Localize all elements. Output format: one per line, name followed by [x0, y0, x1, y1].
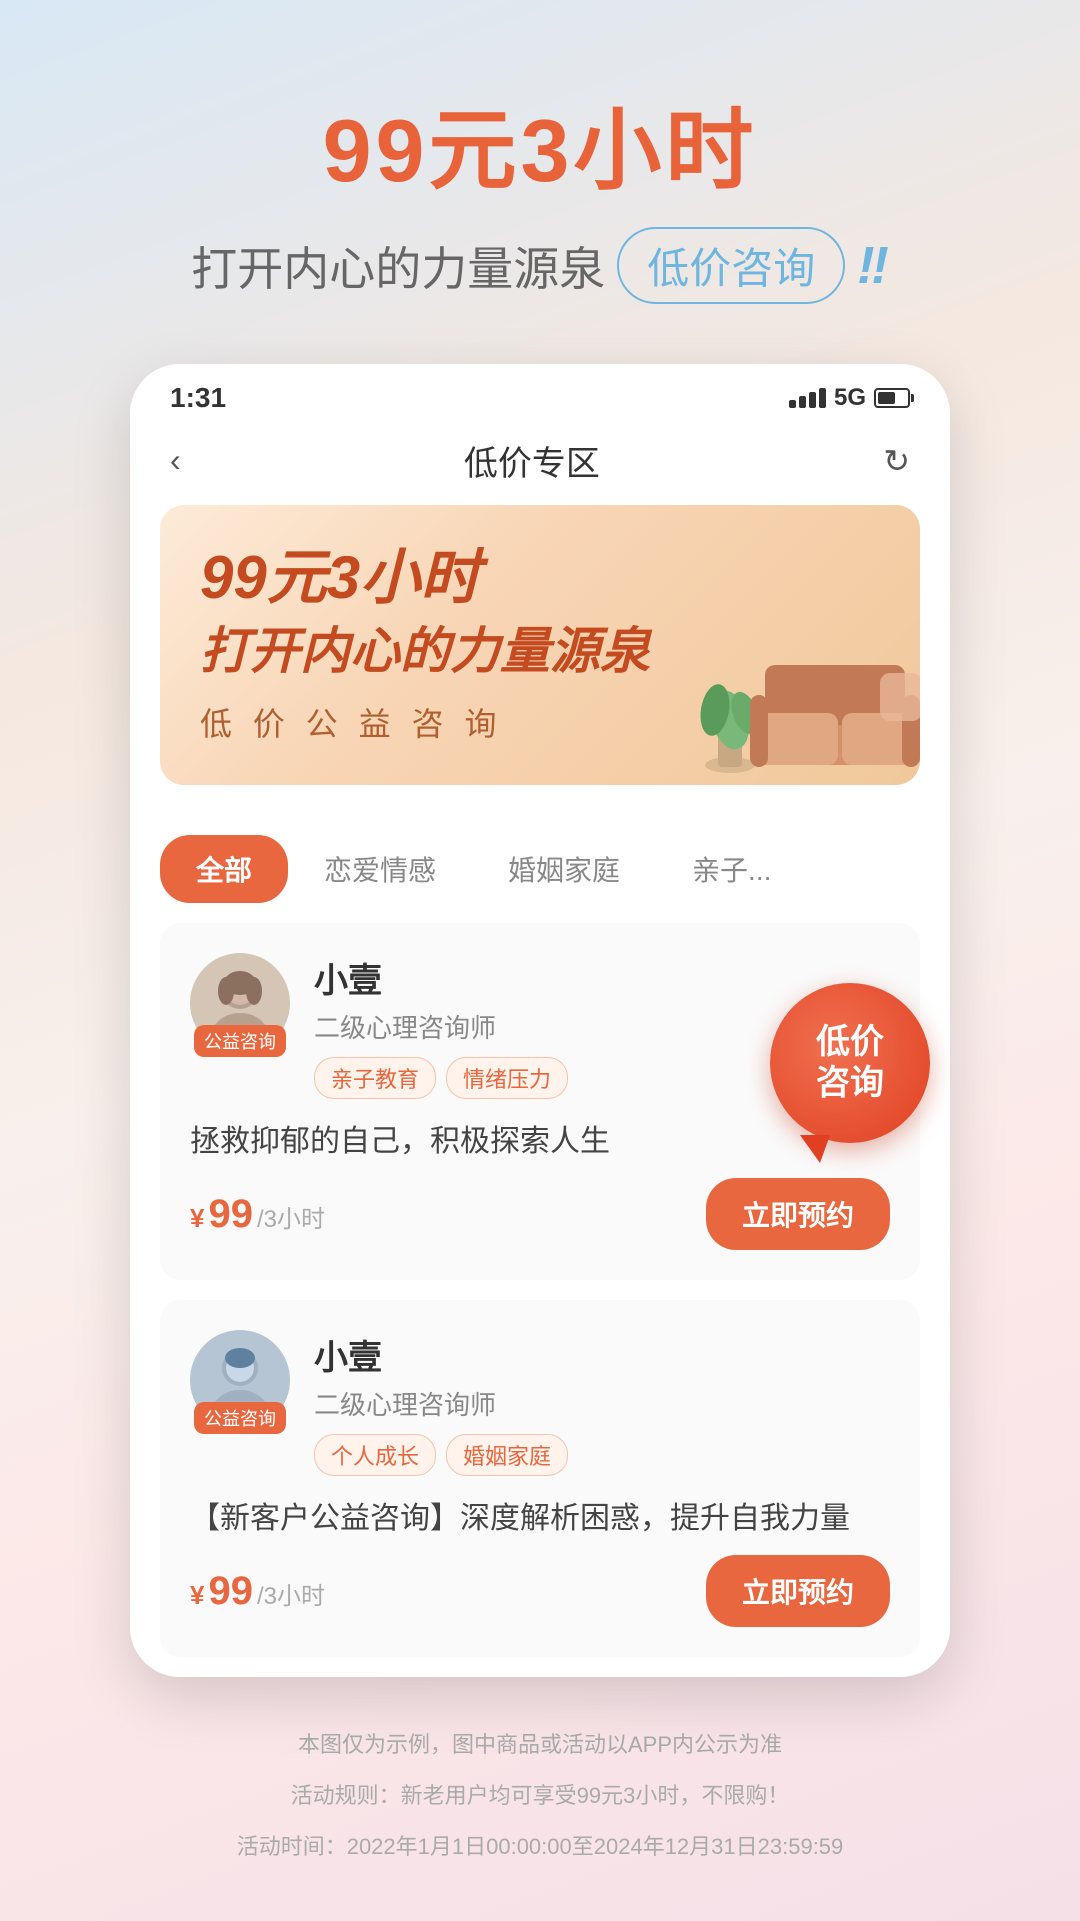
sofa-decoration-icon — [650, 565, 920, 785]
header-section: 99元3小时 打开内心的力量源泉 低价咨询 ‼ — [0, 0, 1080, 344]
battery-fill — [878, 392, 895, 404]
signal-bar-1 — [789, 400, 796, 408]
avatar-badge-2: 公益咨询 — [194, 1402, 286, 1434]
counselor-card-2: 公益咨询 小壹 二级心理咨询师 个人成长 婚姻家庭 【新客户公益咨询】深度解析困… — [160, 1300, 920, 1657]
counselor-info-2: 小壹 二级心理咨询师 个人成长 婚姻家庭 — [314, 1330, 890, 1476]
battery-icon — [874, 388, 910, 408]
counselor-name-2: 小壹 — [314, 1330, 890, 1379]
counselor-list: 公益咨询 小壹 二级心理咨询师 亲子教育 情绪压力 拯救抑郁的自己，积极探索人生 — [130, 923, 950, 1657]
float-bubble-line2: 咨询 — [816, 1063, 884, 1104]
footer-notes: 本图仅为示例，图中商品或活动以APP内公示为准 活动规则：新老用户均可享受99元… — [177, 1697, 904, 1921]
avatar-container-1: 公益咨询 — [190, 953, 290, 1053]
refresh-icon[interactable]: ↻ — [883, 442, 910, 480]
subtitle-text: 打开内心的力量源泉 — [191, 233, 605, 299]
filter-tab-all[interactable]: 全部 — [160, 835, 288, 903]
banner-card: 99元3小时 打开内心的力量源泉 低 价 公 益 咨 询 — [160, 505, 920, 785]
tag-1-2: 情绪压力 — [446, 1057, 568, 1099]
book-button-1[interactable]: 立即预约 — [706, 1178, 890, 1250]
price-row-1: ¥ 99 /3小时 立即预约 — [190, 1178, 890, 1250]
tag-1-1: 亲子教育 — [314, 1057, 436, 1099]
tag-2-1: 个人成长 — [314, 1434, 436, 1476]
counselor-card-1: 公益咨询 小壹 二级心理咨询师 亲子教育 情绪压力 拯救抑郁的自己，积极探索人生 — [160, 923, 920, 1280]
book-button-2[interactable]: 立即预约 — [706, 1555, 890, 1627]
network-type: 5G — [834, 384, 866, 412]
filter-tabs: 全部 恋爱情感 婚姻家庭 亲子... — [130, 805, 950, 903]
counselor-name-1: 小壹 — [314, 953, 890, 1002]
price-2: ¥ 99 /3小时 — [190, 1569, 325, 1614]
filter-tab-marriage[interactable]: 婚姻家庭 — [472, 835, 656, 903]
price-1: ¥ 99 /3小时 — [190, 1192, 325, 1237]
counselor-desc-2: 【新客户公益咨询】深度解析困惑，提升自我力量 — [190, 1496, 890, 1541]
price-yuan-1: ¥ — [190, 1203, 204, 1234]
avatar-badge-1: 公益咨询 — [194, 1025, 286, 1057]
tag-2-2: 婚姻家庭 — [446, 1434, 568, 1476]
float-bubble-line1: 低价 — [816, 1022, 884, 1063]
filter-tab-romance[interactable]: 恋爱情感 — [288, 835, 472, 903]
subtitle-line: 打开内心的力量源泉 低价咨询 ‼ — [60, 227, 1020, 304]
signal-bar-3 — [809, 392, 816, 408]
main-title: 99元3小时 — [60, 80, 1020, 207]
counselor-desc-1: 拯救抑郁的自己，积极探索人生 — [190, 1119, 890, 1164]
nav-bar: ‹ 低价专区 ↻ — [130, 426, 950, 505]
footer-rule: 活动规则：新老用户均可享受99元3小时，不限购！ — [237, 1778, 844, 1813]
page-wrapper: 99元3小时 打开内心的力量源泉 低价咨询 ‼ 1:31 5G — [0, 0, 1080, 1921]
signal-bars-icon — [789, 388, 826, 408]
status-icons: 5G — [789, 384, 910, 412]
price-amount-1: 99 — [208, 1192, 253, 1237]
avatar-container-2: 公益咨询 — [190, 1330, 290, 1430]
nav-title: 低价专区 — [464, 436, 600, 485]
counselor-tags-2: 个人成长 婚姻家庭 — [314, 1434, 890, 1476]
price-yuan-2: ¥ — [190, 1580, 204, 1611]
price-amount-2: 99 — [208, 1569, 253, 1614]
status-time: 1:31 — [170, 382, 226, 414]
footer-time: 活动时间：2022年1月1日00:00:00至2024年12月31日23:59:… — [237, 1829, 844, 1864]
float-bubble: 低价 咨询 — [770, 983, 930, 1143]
price-unit-1: /3小时 — [257, 1199, 325, 1234]
phone-mockup: 1:31 5G ‹ 低价专区 ↻ 99元3小时 打 — [130, 364, 950, 1677]
back-icon[interactable]: ‹ — [170, 442, 181, 479]
badge-circle: 低价咨询 — [617, 227, 845, 304]
status-bar: 1:31 5G — [130, 364, 950, 426]
footer-disclaimer: 本图仅为示例，图中商品或活动以APP内公示为准 — [237, 1727, 844, 1762]
counselor-header-2: 公益咨询 小壹 二级心理咨询师 个人成长 婚姻家庭 — [190, 1330, 890, 1476]
signal-bar-2 — [799, 396, 806, 408]
exclamation-mark: ‼ — [857, 236, 888, 296]
price-row-2: ¥ 99 /3小时 立即预约 — [190, 1555, 890, 1627]
signal-bar-4 — [819, 388, 826, 408]
filter-tab-parenting[interactable]: 亲子... — [656, 835, 807, 903]
counselor-title-2: 二级心理咨询师 — [314, 1385, 890, 1422]
price-unit-2: /3小时 — [257, 1576, 325, 1611]
